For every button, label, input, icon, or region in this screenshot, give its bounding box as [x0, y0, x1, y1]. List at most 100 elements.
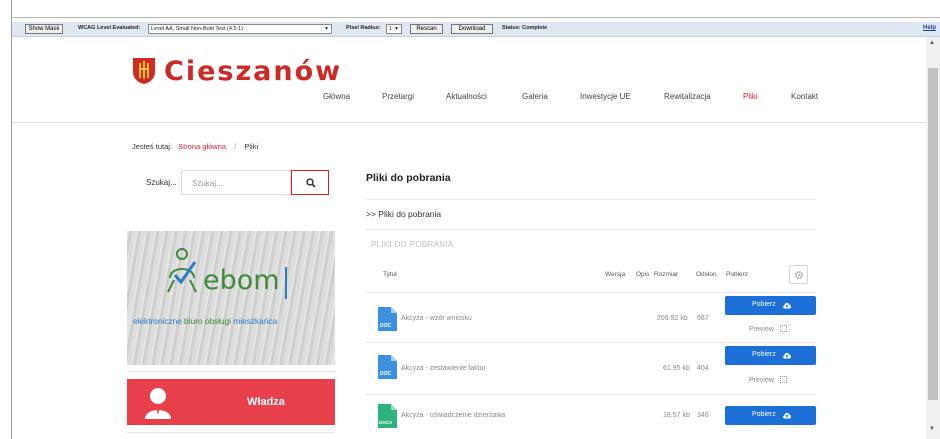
ebom-divider	[285, 267, 287, 299]
table-header-divider	[366, 292, 816, 293]
breadcrumb: Jesteś tutaj: Strona główna / Pliki	[132, 142, 258, 151]
nav-item-aktualnosci[interactable]: Aktualności	[446, 92, 487, 106]
ebom-tagline-part-2: biuro obsługi	[184, 316, 231, 326]
pixel-radius-select[interactable]: 1 ▼	[386, 24, 402, 34]
doc-file-icon: DOC	[378, 355, 397, 379]
column-description[interactable]: Opis	[636, 271, 649, 278]
site-logo[interactable]: Cieszanów	[132, 55, 343, 87]
browser-frame: Show Mask WCAG Level Evaluated: Level AA…	[0, 0, 940, 439]
nav-item-kontakt[interactable]: Kontakt	[791, 92, 818, 106]
row-divider	[366, 342, 816, 343]
cloud-upload-icon	[783, 412, 791, 419]
nav-item-pliki[interactable]: Pliki	[743, 92, 758, 106]
file-type-label: DOC	[380, 371, 392, 377]
ebom-tagline: elektroniczne biuro obsługi mieszkańca	[133, 316, 277, 326]
column-version[interactable]: Wersja	[605, 271, 625, 278]
scrollbar-thumb[interactable]	[928, 68, 938, 400]
expand-icon	[779, 376, 787, 383]
download-file-button[interactable]: Pobierz	[725, 406, 816, 425]
column-download[interactable]: Pobierz	[726, 271, 748, 278]
subtitle-divider	[366, 229, 816, 230]
preview-label: Preview	[749, 377, 774, 384]
download-file-button[interactable]: Pobierz	[725, 346, 816, 365]
column-size[interactable]: Rozmiar	[654, 271, 678, 278]
cloud-upload-icon	[783, 352, 791, 359]
breadcrumb-separator: /	[234, 142, 237, 151]
coat-of-arms-icon	[133, 58, 155, 84]
nav-item-rewitalizacja[interactable]: Rewitalizacja	[664, 92, 711, 106]
preview-button[interactable]: Preview	[749, 325, 787, 333]
expand-icon	[779, 325, 787, 332]
show-mask-button[interactable]: Show Mask	[25, 24, 63, 34]
title-divider	[366, 199, 816, 200]
file-views: 346	[697, 412, 709, 419]
pixel-radius-label: Pixel Radius:	[346, 25, 381, 31]
search-input[interactable]: Szukaj...	[181, 170, 291, 195]
download-button-label: Pobierz	[752, 411, 776, 418]
ebom-person-check-icon	[167, 248, 197, 293]
wcag-toolbar: Show Mask WCAG Level Evaluated: Level AA…	[12, 22, 940, 37]
ebom-tagline-part-3: mieszkańca	[230, 316, 278, 326]
file-name[interactable]: Akcyza - zestawienie faktur	[401, 365, 486, 372]
pixel-radius-value: 1	[389, 26, 393, 32]
help-link[interactable]: Help	[923, 25, 936, 31]
column-views[interactable]: Odsłon	[696, 271, 717, 278]
download-button-label: Pobierz	[752, 351, 776, 358]
file-size: 61.95 kb	[663, 365, 690, 372]
scan-status: Status: Complete	[502, 25, 548, 31]
download-file-button[interactable]: Pobierz	[725, 296, 816, 315]
nav-item-inwestycje-ue[interactable]: Inwestycje UE	[580, 92, 631, 106]
preview-button[interactable]: Preview	[749, 376, 787, 384]
nav-item-glowna[interactable]: Główna	[323, 92, 350, 106]
file-views: 404	[697, 365, 709, 372]
file-name[interactable]: Akcyza - wzór wniosku	[401, 315, 472, 322]
file-views: 687	[697, 315, 709, 322]
file-name[interactable]: Akcyza - oświadczenie dzierżawa	[401, 412, 505, 419]
sidebar-divider	[127, 371, 335, 372]
gear-icon	[795, 271, 803, 279]
cloud-upload-icon	[783, 302, 791, 309]
breadcrumb-prefix: Jesteś tutaj:	[132, 142, 173, 151]
row-divider	[366, 394, 816, 395]
wcag-level-label: WCAG Level Evaluated:	[78, 25, 141, 31]
nav-item-galeria[interactable]: Galeria	[522, 92, 548, 106]
download-button[interactable]: Download	[451, 24, 493, 34]
ebom-banner[interactable]: ebom elektroniczne biuro obsługi mieszka…	[127, 231, 335, 365]
window-edge	[11, 0, 12, 439]
file-size: 209.92 kb	[657, 315, 688, 322]
ebom-logo-text: ebom	[203, 265, 280, 296]
person-icon	[145, 388, 171, 419]
brand-name: Cieszanów	[164, 55, 343, 87]
chevron-down-icon: ▼	[324, 26, 329, 32]
file-type-label: DOC	[380, 323, 392, 329]
category-link[interactable]: >> Pliki do pobrania	[366, 209, 441, 219]
search-icon	[306, 178, 316, 188]
column-title[interactable]: Tytuł	[383, 271, 397, 278]
docx-file-icon: DOCX	[378, 404, 397, 428]
wladza-label: Władza	[247, 396, 285, 408]
breadcrumb-current: Pliki	[244, 142, 259, 151]
wladza-button[interactable]: Władza	[127, 379, 335, 425]
chevron-down-icon: ▼	[394, 26, 399, 32]
window-top-divider	[11, 17, 940, 18]
section-heading: PLIKI DO POBRANIA	[371, 240, 454, 249]
download-button-label: Pobierz	[752, 301, 776, 308]
doc-file-icon: DOC	[378, 307, 397, 331]
ebom-tagline-part-1: elektroniczne	[133, 316, 185, 326]
preview-label: Preview	[749, 326, 774, 333]
file-type-label: DOCX	[379, 420, 393, 425]
scroll-up-icon[interactable]: ▲	[929, 40, 935, 46]
scroll-down-icon[interactable]: ▼	[929, 426, 935, 432]
rescan-button[interactable]: Rescan	[410, 24, 443, 34]
search-label: Szukaj...	[146, 178, 177, 187]
banner-texture	[127, 231, 335, 365]
file-size: 18.57 kb	[663, 412, 690, 419]
page-title: Pliki do pobrania	[366, 172, 451, 184]
search-button[interactable]	[291, 170, 329, 195]
table-settings-button[interactable]	[789, 265, 808, 284]
wcag-level-select[interactable]: Level AA, Small Non-Bold Text (4.5:1) ▼	[148, 24, 332, 34]
breadcrumb-home-link[interactable]: Strona główna	[178, 142, 226, 151]
header-divider	[12, 122, 926, 123]
nav-item-przetargi[interactable]: Przetargi	[382, 92, 414, 106]
wcag-level-value: Level AA, Small Non-Bold Text (4.5:1)	[151, 26, 243, 32]
